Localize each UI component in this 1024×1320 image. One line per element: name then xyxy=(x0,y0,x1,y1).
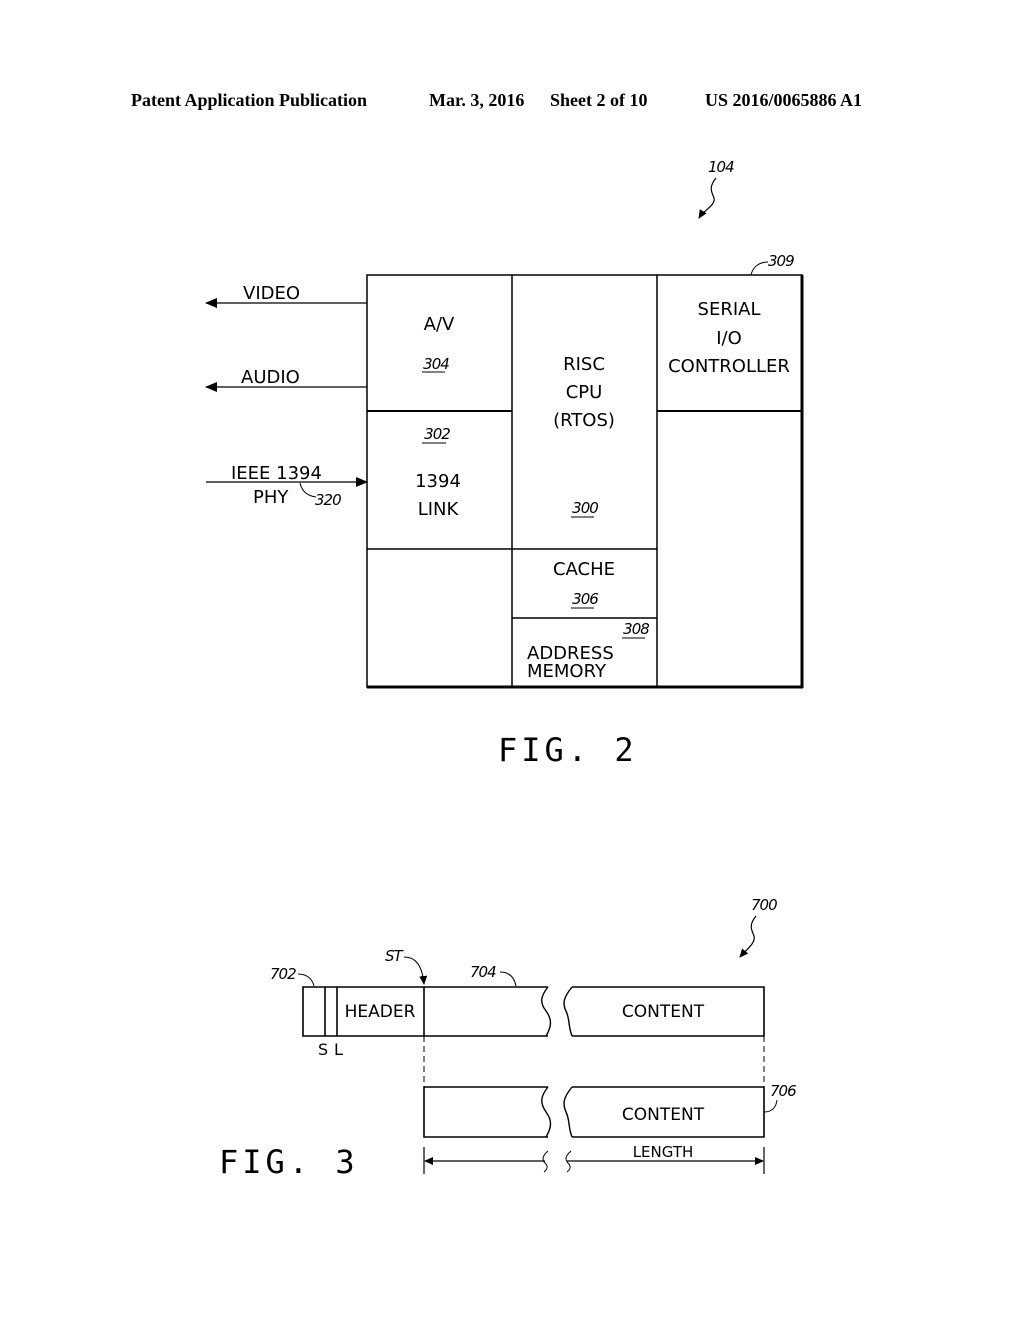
fig2-diagram: 104 VIDEO AUDIO IEEE 1394 PHY 320 A/V 30… xyxy=(205,158,804,769)
ref-702: 702 xyxy=(270,965,296,983)
ieee-1394-label: IEEE 1394 xyxy=(231,463,322,484)
ref-300: 300 xyxy=(572,499,598,517)
ref-700-leader xyxy=(739,915,757,958)
content-block-left-outline xyxy=(423,1086,548,1138)
s-label: S xyxy=(318,1040,328,1059)
ref-st: ST xyxy=(385,947,405,965)
length-break-left xyxy=(542,1150,549,1173)
ref-304: 304 xyxy=(423,355,449,373)
link-block-line1: 1394 xyxy=(415,471,461,492)
l-label: L xyxy=(334,1040,343,1059)
packet-top-break-right xyxy=(563,986,573,1037)
content-block-break-right xyxy=(563,1086,573,1138)
cpu-block-line2: CPU xyxy=(566,382,603,403)
fig3-caption: FIG. 3 xyxy=(219,1143,359,1181)
fig3-diagram: 700 HEADER CONTENT S L 702 ST 704 CONTEN… xyxy=(219,896,797,1181)
phy-label: PHY xyxy=(253,487,289,508)
link-block-line2: LINK xyxy=(418,499,460,520)
content-top-label: CONTENT xyxy=(622,1002,705,1022)
ref-st-arrow xyxy=(403,956,428,985)
ref-320: 320 xyxy=(315,491,341,509)
serial-block-line1: SERIAL xyxy=(698,299,761,320)
ref-320-leader xyxy=(299,482,317,498)
ref-306: 306 xyxy=(572,590,598,608)
ref-702-leader xyxy=(297,973,315,987)
ref-309-leader xyxy=(750,261,769,276)
ref-700: 700 xyxy=(751,896,777,914)
ref-704-leader xyxy=(499,971,517,987)
address-block-line2: MEMORY xyxy=(527,661,607,682)
ref-308: 308 xyxy=(623,620,649,638)
ref-309: 309 xyxy=(768,252,794,270)
content-block-break-left xyxy=(541,1086,552,1138)
length-label: LENGTH xyxy=(633,1143,694,1161)
packet-top-break-left xyxy=(541,986,552,1037)
video-label: VIDEO xyxy=(243,283,300,304)
patent-drawing: 104 VIDEO AUDIO IEEE 1394 PHY 320 A/V 30… xyxy=(205,158,804,1181)
ref-706-leader xyxy=(763,1099,778,1113)
ref-104-leader xyxy=(698,177,717,219)
serial-block-line3: CONTROLLER xyxy=(668,356,790,377)
serial-block-line2: I/O xyxy=(716,328,742,349)
av-block-label: A/V xyxy=(424,314,455,335)
fig2-caption: FIG. 2 xyxy=(498,731,638,769)
cpu-block-line3: (RTOS) xyxy=(553,410,615,431)
ref-302: 302 xyxy=(424,425,450,443)
ref-104: 104 xyxy=(708,158,734,176)
cpu-block-line1: RISC xyxy=(563,354,605,375)
ref-706: 706 xyxy=(770,1082,796,1100)
audio-label: AUDIO xyxy=(241,367,300,388)
cache-block-label: CACHE xyxy=(553,559,615,580)
content-bottom-label: CONTENT xyxy=(622,1105,705,1125)
header-field-label: HEADER xyxy=(345,1002,416,1022)
ref-704: 704 xyxy=(470,963,496,981)
packet-top-left-outline xyxy=(302,986,548,1037)
